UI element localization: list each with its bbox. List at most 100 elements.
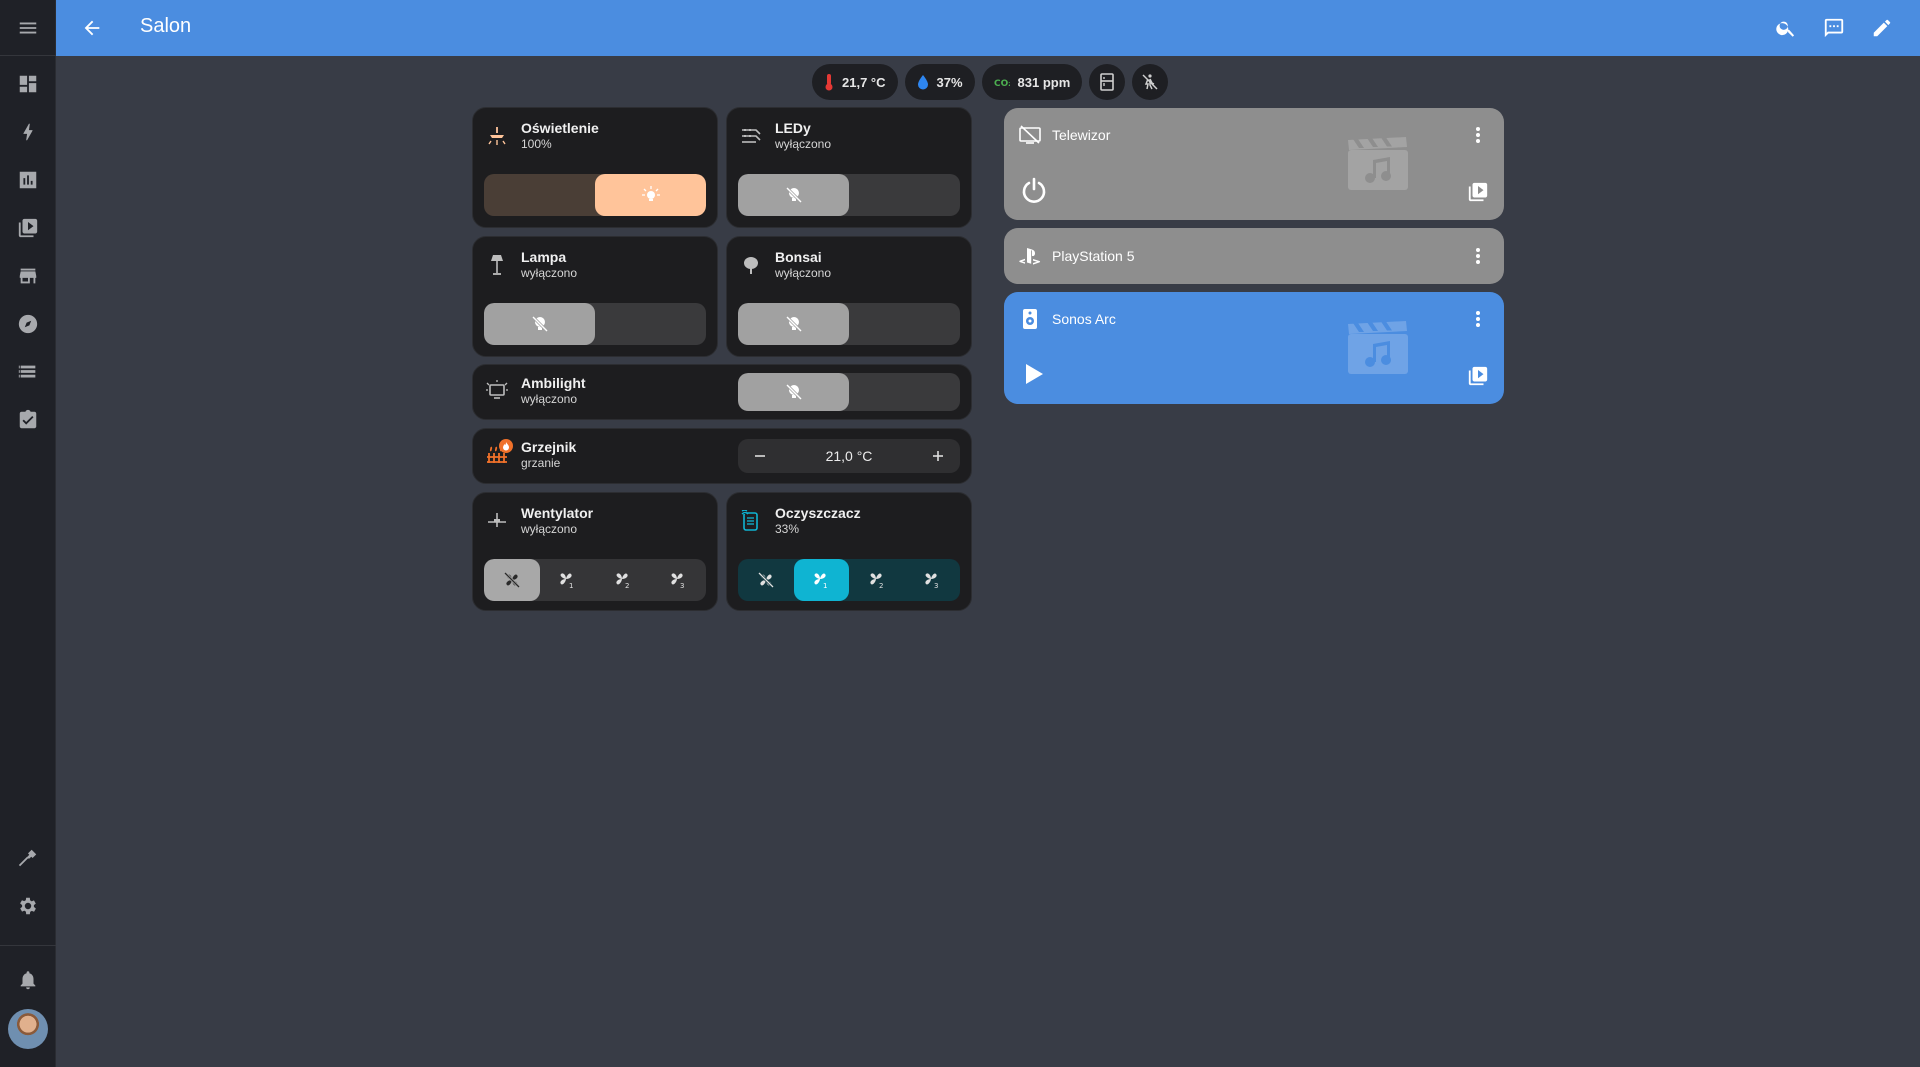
air-purifier-icon [739,503,763,539]
humidity-badge[interactable]: 37% [904,64,975,100]
speaker-icon [1018,307,1042,331]
dashboard-icon[interactable] [14,70,42,98]
temperature-badge[interactable]: 21,7 °C [812,64,898,100]
history-icon[interactable] [14,166,42,194]
more-vertical-icon[interactable] [1466,244,1490,268]
tile-grzejnik[interactable]: Grzejnik grzanie 21,0 °C [472,428,972,484]
developer-tools-icon[interactable] [14,844,42,872]
svg-text:2: 2 [879,582,883,589]
tile-name: LEDy [775,120,811,136]
temperature-stepper: 21,0 °C [738,439,960,473]
media-icon[interactable] [14,214,42,242]
tile-wentylator[interactable]: Wentylator wyłączono 1 2 3 [472,492,718,611]
svg-text:1: 1 [823,582,827,589]
music-clapperboard-icon [1346,136,1410,192]
tile-name: Wentylator [521,505,594,521]
arrow-left-icon[interactable] [72,8,112,48]
television-ambient-light-icon [485,373,509,409]
media-card-telewizor[interactable]: Telewizor [1004,108,1504,220]
tile-state: wyłączono [521,392,578,406]
tile-state: grzanie [521,456,561,470]
bonsai-toggle[interactable] [738,303,960,345]
radiator-icon [485,437,513,473]
plus-icon[interactable] [928,446,948,466]
assist-icon[interactable] [1814,8,1854,48]
tile-name: Grzejnik [521,439,577,455]
lightbulb-off-icon [484,303,595,345]
fan-off-icon[interactable] [738,559,794,601]
tile-state: wyłączono [775,137,832,151]
tile-name: Ambilight [521,375,586,391]
lampa-toggle[interactable] [484,303,706,345]
map-icon[interactable] [14,310,42,338]
floor-lamp-icon [485,247,509,283]
tile-lampa[interactable]: Lampa wyłączono [472,236,718,357]
media-browse-icon[interactable] [1466,364,1490,388]
avatar[interactable] [8,1009,48,1049]
page-title: Salon [140,15,192,37]
tile-ambilight[interactable]: Ambilight wyłączono [472,364,972,420]
motion-sensor-off-icon [1142,74,1158,90]
led-strip-icon [739,118,763,154]
menu-icon[interactable] [14,14,42,42]
lightbulb-off-icon [738,373,849,411]
logbook-icon[interactable] [14,358,42,386]
media-browse-icon[interactable] [1466,180,1490,204]
badges-row: 21,7 °C 37% CO₂ 831 ppm [812,64,1169,100]
todo-icon[interactable] [14,406,42,434]
fan-speed-2-icon[interactable]: 2 [849,559,905,601]
svg-text:3: 3 [680,582,684,589]
fan-off-icon[interactable] [484,559,540,601]
more-vertical-icon[interactable] [1466,123,1490,147]
fan-speed-3-icon[interactable]: 3 [905,559,961,601]
fan-speed-1-icon[interactable]: 1 [793,559,849,601]
pencil-icon[interactable] [1862,8,1902,48]
bell-icon[interactable] [14,966,42,994]
play-icon[interactable] [1018,358,1050,390]
energy-icon[interactable] [14,118,42,146]
fridge-icon [1100,73,1115,91]
motion-off-badge[interactable] [1132,64,1169,100]
more-vertical-icon[interactable] [1466,307,1490,331]
ambilight-toggle[interactable] [738,373,960,411]
svg-text:3: 3 [934,582,938,589]
tile-state: 33% [775,522,800,536]
store-icon[interactable] [14,262,42,290]
svg-text:1: 1 [569,582,573,589]
tile-state: wyłączono [775,266,832,280]
power-icon[interactable] [1018,174,1050,206]
temperature-value: 21,7 °C [842,74,886,90]
search-icon[interactable] [1766,8,1806,48]
settings-icon[interactable] [14,892,42,920]
oczyszczacz-speed-selector: 1 2 3 [738,559,960,601]
fan-speed-1-icon[interactable]: 1 [540,559,596,601]
target-temperature: 21,0 °C [825,448,873,464]
lightbulb-on-icon [595,174,706,216]
tile-name: Oczyszczacz [775,505,861,521]
media-name: Sonos Arc [1052,311,1116,327]
water-drop-icon [917,75,928,90]
fan-speed-3-icon[interactable]: 3 [651,559,707,601]
svg-text:2: 2 [625,582,629,589]
fire-badge-icon [499,439,513,453]
molecule-co2-icon: CO₂ [994,79,1010,88]
fan-speed-2-icon[interactable]: 2 [595,559,651,601]
tile-oczyszczacz[interactable]: Oczyszczacz 33% 1 2 3 [726,492,972,611]
media-card-playstation[interactable]: PlayStation 5 [1004,228,1504,284]
tile-bonsai[interactable]: Bonsai wyłączono [726,236,972,357]
minus-icon[interactable] [750,446,770,466]
tile-name: Lampa [521,249,567,265]
media-card-sonos[interactable]: Sonos Arc [1004,292,1504,404]
tree-icon [739,247,763,283]
humidity-value: 37% [936,74,963,90]
music-clapperboard-icon [1346,320,1410,376]
oswietlenie-toggle[interactable] [484,174,706,216]
sidebar [0,0,56,1067]
ledy-toggle[interactable] [738,174,960,216]
thermometer-icon [825,74,833,91]
door-badge[interactable] [1089,64,1126,100]
co2-badge[interactable]: CO₂ 831 ppm [981,64,1083,100]
tile-ledy[interactable]: LEDy wyłączono [726,107,972,228]
ceiling-fan-icon [485,503,509,539]
tile-oswietlenie[interactable]: Oświetlenie 100% [472,107,718,228]
